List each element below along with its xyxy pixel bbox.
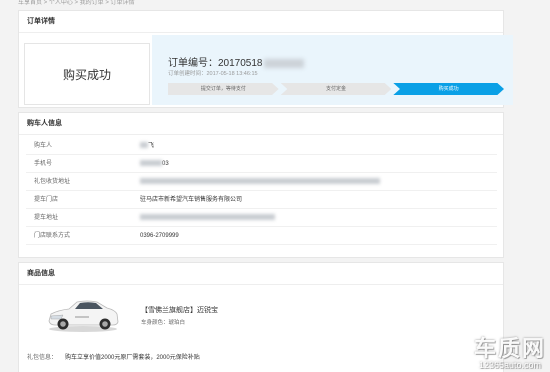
buyer-name-value: 飞 bbox=[148, 143, 155, 149]
redacted-text bbox=[140, 178, 380, 185]
buyer-section-title: 购车人信息 bbox=[19, 113, 503, 135]
goods-info-card: 商品信息 【雪佛兰旗舰店】迈锐宝 车身颜色：琥珀白 礼包信息： 购车立享价值20… bbox=[18, 262, 504, 372]
info-value: 飞 bbox=[140, 137, 154, 155]
breadcrumb: 车享首页 > 个人中心 > 我的订单 > 订单详情 bbox=[18, 0, 135, 6]
redacted-text bbox=[140, 214, 275, 221]
info-label: 提车门店 bbox=[34, 197, 59, 203]
info-label: 门店联系方式 bbox=[34, 233, 71, 239]
info-row-gift-address: 礼包收货地址 bbox=[26, 173, 497, 191]
order-section-title: 订单详情 bbox=[19, 11, 503, 33]
order-status-box: 购买成功 bbox=[24, 43, 150, 105]
buyer-info-card: 购车人信息 购车人 飞 手机号 03 礼包收货地址 提车门店 驻马店市新希望汽车… bbox=[18, 112, 504, 258]
store-contact-value: 0396-2709999 bbox=[140, 233, 179, 239]
info-value bbox=[140, 209, 275, 227]
step-pay-deposit: 支付定金 bbox=[280, 83, 392, 95]
gift-label: 礼包信息： bbox=[27, 355, 58, 361]
pickup-store-value: 驻马店市新希望汽车销售服务有限公司 bbox=[140, 197, 243, 203]
info-row-pickup-store: 提车门店 驻马店市新希望汽车销售服务有限公司 bbox=[26, 191, 497, 209]
order-info-panel: 订单编号：20170518 订单创建时间：2017-05-18 13:46:15… bbox=[152, 35, 513, 105]
watermark-logo: 车质网 bbox=[473, 336, 546, 362]
info-label: 提车地址 bbox=[34, 215, 59, 221]
redacted-text bbox=[140, 160, 162, 167]
info-row-buyer: 购车人 飞 bbox=[26, 137, 497, 155]
info-label: 购车人 bbox=[34, 143, 53, 149]
redacted-text bbox=[140, 142, 148, 149]
info-value: 03 bbox=[140, 155, 169, 173]
site-watermark: 车质网 12365auto.com bbox=[474, 338, 546, 370]
order-created-time: 订单创建时间：2017-05-18 13:46:15 bbox=[168, 71, 258, 77]
order-details-card: 订单详情 购买成功 订单编号：20170518 订单创建时间：2017-05-1… bbox=[18, 10, 513, 108]
order-progress-steps: 提交订单，等待支付 支付定金 购买成功 bbox=[168, 83, 506, 95]
info-row-phone: 手机号 03 bbox=[26, 155, 497, 173]
step-submit-order: 提交订单，等待支付 bbox=[168, 83, 279, 95]
info-value bbox=[140, 173, 380, 191]
info-label: 手机号 bbox=[34, 161, 53, 167]
phone-value: 03 bbox=[162, 161, 169, 167]
watermark-url: 12365auto.com bbox=[478, 360, 542, 370]
order-number-redacted bbox=[263, 58, 304, 68]
step-purchase-success: 购买成功 bbox=[393, 83, 505, 95]
goods-section-title: 商品信息 bbox=[19, 263, 503, 285]
gift-value: 购车立享价值2000元原厂需套装，2000元保险补贴 bbox=[65, 355, 200, 361]
order-status-text: 购买成功 bbox=[62, 67, 111, 82]
order-number: 订单编号：20170518 bbox=[168, 54, 304, 69]
car-image bbox=[48, 300, 119, 332]
goods-color: 车身颜色：琥珀白 bbox=[141, 320, 186, 326]
info-label: 礼包收货地址 bbox=[34, 179, 71, 185]
order-number-text: 订单编号：20170518 bbox=[168, 58, 263, 69]
info-row-pickup-address: 提车地址 bbox=[26, 209, 497, 227]
goods-name: 【雪佛兰旗舰店】迈锐宝 bbox=[141, 307, 218, 314]
info-row-store-contact: 门店联系方式 0396-2709999 bbox=[26, 227, 497, 245]
